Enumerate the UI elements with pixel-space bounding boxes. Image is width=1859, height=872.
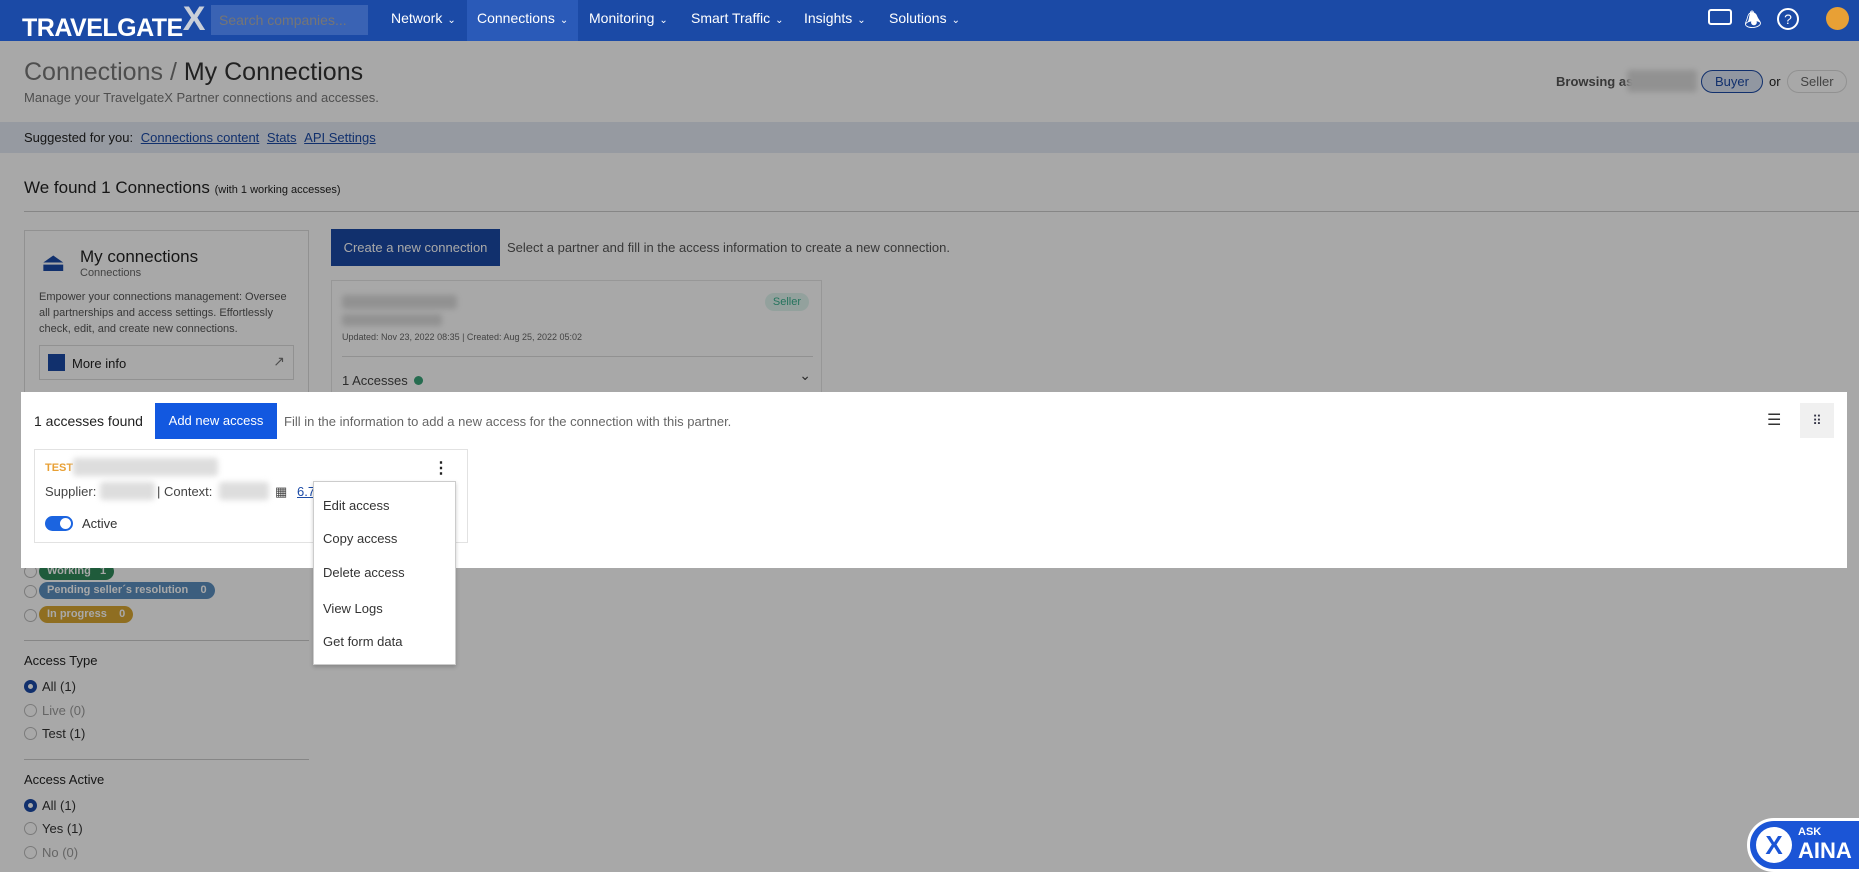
avatar[interactable] xyxy=(1826,7,1849,30)
nav-monitoring[interactable]: Monitoring ⌄ xyxy=(579,0,678,41)
access-name-redacted xyxy=(73,458,218,476)
add-new-access-button[interactable]: Add new access xyxy=(155,403,277,439)
accesses-panel: 1 accesses found Add new access Fill in … xyxy=(21,392,1847,568)
context-redacted xyxy=(219,482,269,500)
travelgate-logo[interactable]: TRAVELGATEX xyxy=(22,0,205,45)
building-icon: ▦ xyxy=(275,484,288,499)
active-toggle[interactable] xyxy=(45,516,73,531)
nav-insights[interactable]: Insights ⌄ xyxy=(794,0,876,41)
active-label: Active xyxy=(82,516,118,531)
ticket-icon[interactable] xyxy=(1708,9,1732,25)
context-label: | Context: xyxy=(157,484,213,499)
bell-icon[interactable]: 🕭 xyxy=(1744,6,1762,40)
menu-get-form-data[interactable]: Get form data xyxy=(323,634,402,649)
grid-view-icon[interactable]: ⠿ xyxy=(1800,403,1834,438)
nav-connections[interactable]: Connections ⌄ xyxy=(467,0,578,41)
aina-ask: ASK xyxy=(1798,826,1822,838)
more-options-icon[interactable]: ⋮ xyxy=(433,458,449,478)
supplier-redacted xyxy=(100,482,155,500)
top-nav: TRAVELGATEX Network⌄ Connections⌄ Monito… xyxy=(0,0,1859,42)
access-context-menu: Edit access Copy access Delete access Vi… xyxy=(313,481,456,665)
help-icon[interactable]: ? xyxy=(1777,8,1799,30)
supplier-label: Supplier: xyxy=(45,484,97,499)
accesses-count: 1 accesses found xyxy=(34,413,143,429)
list-view-icon[interactable]: ☰ xyxy=(1767,410,1781,430)
test-tag: TEST xyxy=(45,462,74,474)
nav-smart-traffic[interactable]: Smart Traffic ⌄ xyxy=(681,0,793,41)
menu-delete-access[interactable]: Delete access xyxy=(323,565,405,580)
nav-network[interactable]: Network ⌄ xyxy=(381,0,466,41)
ask-aina-button[interactable]: X ASK AINA xyxy=(1747,818,1859,872)
menu-edit-access[interactable]: Edit access xyxy=(323,498,389,513)
add-access-hint: Fill in the information to add a new acc… xyxy=(284,414,732,429)
menu-copy-access[interactable]: Copy access xyxy=(323,531,397,546)
nav-solutions[interactable]: Solutions ⌄ xyxy=(879,0,970,41)
search-input[interactable] xyxy=(211,5,368,35)
aina-name: AINA xyxy=(1798,838,1852,863)
aina-logo-icon: X xyxy=(1756,827,1792,863)
menu-view-logs[interactable]: View Logs xyxy=(323,601,383,616)
